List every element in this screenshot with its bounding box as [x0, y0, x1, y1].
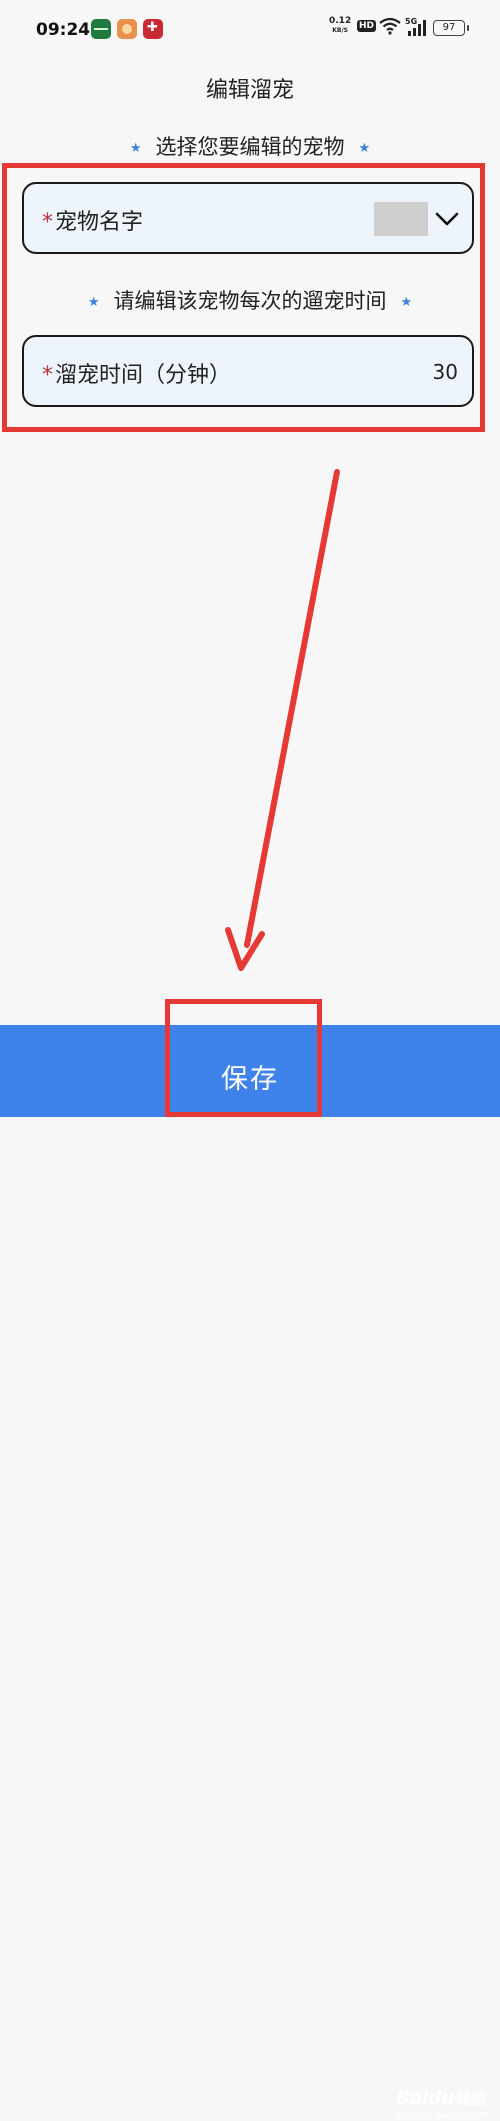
pet-section-heading-text: 选择您要编辑的宠物: [155, 135, 345, 159]
star-icon: ★: [358, 140, 371, 156]
network-speed: 0.12 KB/S: [329, 17, 351, 35]
status-time: 09:24: [36, 20, 91, 40]
app-notification-icon: [143, 19, 163, 39]
network-speed-unit: KB/S: [332, 27, 348, 34]
wifi-icon: [379, 17, 401, 35]
network-speed-value: 0.12: [329, 16, 352, 26]
annotation-highlight-box: [2, 163, 485, 432]
hd-badge: HD: [357, 20, 377, 32]
status-bar: 09:24 0.12 KB/S HD 5G 97: [0, 0, 500, 58]
page-title: 编辑溜宠: [205, 78, 294, 103]
pet-section-heading: ★ 选择您要编辑的宠物 ★: [0, 131, 500, 161]
watermark-url: jingyan.baidu.com: [395, 2110, 488, 2121]
watermark-logo: Baidu: [395, 2087, 455, 2109]
app-notification-icon: [117, 19, 137, 39]
annotation-highlight-box: [165, 999, 322, 1117]
battery-icon: 97: [433, 20, 469, 36]
baidu-jingyan-watermark: Baidu 经验 jingyan.baidu.com: [396, 2087, 488, 2121]
app-notification-icon: [91, 19, 111, 39]
watermark-brand: 经验: [456, 2090, 487, 2108]
star-icon: ★: [129, 140, 142, 156]
signal-icon: [408, 20, 426, 36]
